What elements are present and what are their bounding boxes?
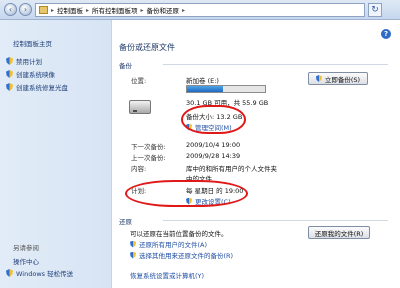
- sidebar-item-disable-schedule[interactable]: 禁用计划: [6, 56, 42, 66]
- breadcrumb-separator: ▸: [86, 6, 90, 14]
- sidebar-item-label: 创建系统映像: [16, 71, 55, 79]
- restore-all-users-label: 还原所有用户的文件(A): [139, 241, 208, 249]
- backup-section-heading: 备份: [119, 62, 132, 70]
- select-other-backup-label: 选择其他用来还原文件的备份(R): [139, 252, 234, 260]
- contents-label: 内容:: [131, 165, 147, 173]
- disk-usage-fill: [187, 86, 223, 92]
- location-label: 位置:: [131, 77, 147, 85]
- shield-icon: [315, 75, 322, 82]
- sidebar-link-easy-transfer[interactable]: Windows 轻松传送: [6, 268, 73, 278]
- breadcrumb-separator: ▸: [51, 6, 55, 14]
- breadcrumb-all-items[interactable]: 所有控制面板项: [92, 5, 138, 15]
- backup-now-button[interactable]: 立即备份(S): [308, 72, 368, 85]
- sidebar-link-action-center[interactable]: 操作中心: [13, 256, 39, 266]
- main-panel: ? 备份或还原文件 备份 位置: 新加卷 (E:) 30.1 GB 可用，共 5…: [113, 20, 400, 288]
- last-backup-label: 上一次备份:: [131, 154, 166, 162]
- select-other-backup-link[interactable]: 选择其他用来还原文件的备份(R): [130, 250, 233, 260]
- address-bar-area: ‹ › ▸ 控制面板 ▸ 所有控制面板项 ▸ 备份和还原 ▸ ↻: [0, 0, 400, 20]
- section-divider: [163, 64, 388, 65]
- last-backup-value: 2009/9/28 14:39: [186, 152, 241, 160]
- shield-icon: [130, 240, 136, 248]
- shield-icon: [6, 269, 13, 277]
- contents-value-line1: 库中的和所有用户的个人文件夹: [186, 165, 277, 173]
- drive-icon: [129, 100, 151, 114]
- next-backup-label: 下一次备份:: [131, 143, 166, 151]
- page-title: 备份或还原文件: [119, 43, 175, 52]
- breadcrumb-control-panel[interactable]: 控制面板: [57, 5, 83, 15]
- breadcrumb-separator: ▸: [182, 6, 186, 14]
- restore-all-users-link[interactable]: 还原所有用户的文件(A): [130, 239, 207, 249]
- sidebar-item-label: Windows 轻松传送: [16, 270, 74, 278]
- shield-icon: [6, 57, 13, 65]
- back-button[interactable]: ‹: [4, 3, 17, 16]
- sidebar-item-label: 创建系统修复光盘: [16, 84, 68, 92]
- sidebar: 控制面板主页 禁用计划 创建系统映像 创建系统修复光盘 另请参阅 操作中心 Wi…: [0, 20, 112, 288]
- sidebar-item-label: 禁用计划: [16, 58, 42, 66]
- shield-icon: [6, 83, 13, 91]
- address-bar[interactable]: ▸ 控制面板 ▸ 所有控制面板项 ▸ 备份和还原 ▸: [35, 3, 365, 17]
- recover-system-link[interactable]: 恢复系统设置或计算机(Y): [130, 270, 204, 280]
- sidebar-item-create-repair-disc[interactable]: 创建系统修复光盘: [6, 82, 68, 92]
- next-backup-value: 2009/10/4 19:00: [186, 141, 241, 149]
- breadcrumb-backup-restore[interactable]: 备份和还原: [147, 5, 180, 15]
- folder-icon: [39, 6, 48, 14]
- see-also-heading: 另请参阅: [13, 244, 39, 252]
- refresh-button[interactable]: ↻: [368, 3, 382, 17]
- annotation-highlight: [181, 105, 246, 134]
- backup-now-label: 立即备份(S): [324, 75, 361, 84]
- annotation-highlight: [125, 180, 248, 207]
- section-divider: [163, 220, 388, 221]
- breadcrumb-separator: ▸: [140, 6, 144, 14]
- sidebar-home-link[interactable]: 控制面板主页: [13, 38, 52, 48]
- restore-description: 可以还原在当前位置备份的文件。: [130, 230, 228, 238]
- shield-icon: [6, 70, 13, 78]
- shield-icon: [130, 251, 136, 259]
- location-value: 新加卷 (E:): [186, 77, 219, 85]
- disk-usage-bar: [186, 85, 266, 93]
- sidebar-item-create-image[interactable]: 创建系统映像: [6, 69, 55, 79]
- restore-my-files-button[interactable]: 还原我的文件(R): [308, 226, 370, 239]
- help-icon[interactable]: ?: [381, 29, 391, 39]
- restore-section-heading: 还原: [119, 218, 132, 226]
- forward-button[interactable]: ›: [19, 3, 32, 16]
